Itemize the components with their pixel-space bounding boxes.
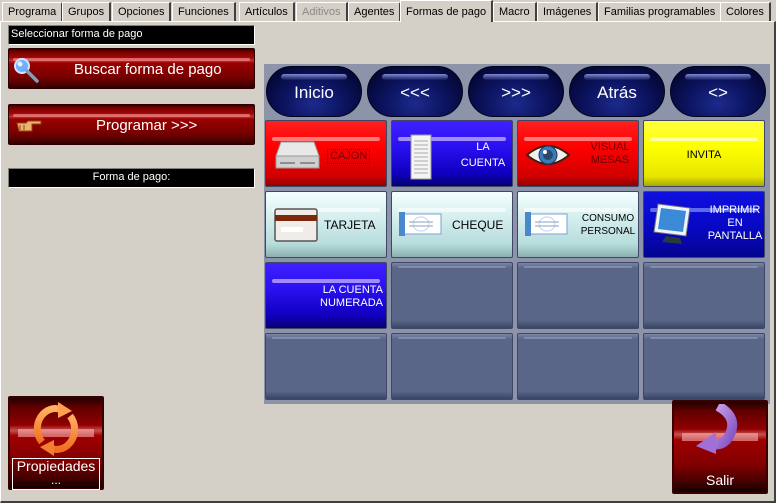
tab-aditivos: Aditivos — [296, 2, 348, 22]
payment-consumo-personal[interactable]: CONSUMO PERSONAL — [517, 191, 639, 258]
receipt-icon — [410, 134, 432, 180]
payment-grid-panel: Inicio <<< >>> Atrás <> CAJON LACUENTA — [264, 64, 770, 404]
payment-empty-slot[interactable] — [391, 333, 513, 400]
credit-card-icon — [274, 208, 318, 242]
program-label: Programar >>> — [96, 117, 198, 134]
nav-home-button[interactable]: Inicio — [266, 66, 362, 117]
payment-imprimir-en-pantalla[interactable]: IMPRIMIR EN PANTALLA — [643, 191, 765, 258]
drawer-icon — [275, 141, 320, 169]
payment-la-cuenta[interactable]: LA CUENTA — [391, 120, 513, 187]
magnifier-icon — [14, 58, 39, 83]
nav-page-next-button[interactable]: >>> — [468, 66, 564, 117]
tab-bar: Programa Grupos Opciones Funciones Artíc… — [0, 0, 776, 22]
payment-invita-label: INVITA — [686, 149, 722, 161]
payment-method-field: Forma de pago: — [8, 168, 255, 188]
nav-page-prev-button[interactable]: <<< — [367, 66, 463, 117]
program-button[interactable]: Programar >>> — [8, 104, 255, 145]
exit-label: Salir — [705, 472, 734, 488]
eye-icon — [525, 145, 571, 165]
tab-familias-programables[interactable]: Familias programables — [598, 2, 723, 22]
properties-button[interactable]: Propiedades ... — [8, 396, 104, 490]
payment-consumo-personal-label: CONSUMO PERSONAL — [580, 213, 636, 237]
nav-back-button[interactable]: Atrás — [569, 66, 665, 117]
payment-empty-slot[interactable] — [391, 262, 513, 329]
tab-programa[interactable]: Programa — [2, 2, 64, 22]
check-icon — [399, 212, 442, 236]
check-icon — [525, 212, 568, 236]
payment-la-cuenta-numerada-label: LA CUENTA NUMERADA — [320, 284, 383, 309]
payment-empty-slot[interactable] — [643, 262, 765, 329]
properties-label: Propiedades — [16, 458, 96, 474]
tab-agentes[interactable]: Agentes — [348, 2, 402, 22]
tab-grupos[interactable]: Grupos — [62, 2, 112, 22]
payment-tarjeta-label: TARJETA — [324, 218, 376, 232]
monitor-icon — [653, 203, 691, 244]
payment-imprimir-label: IMPRIMIR EN PANTALLA — [707, 204, 763, 242]
payment-la-cuenta-label: LA CUENTA — [460, 141, 506, 169]
payment-la-cuenta-numerada[interactable]: LA CUENTA NUMERADA — [265, 262, 387, 329]
tab-formas-de-pago[interactable]: Formas de pago — [400, 0, 494, 22]
search-payment-button[interactable]: Buscar forma de pago — [8, 48, 255, 89]
properties-ellipsis: ... — [50, 473, 61, 487]
tab-opciones[interactable]: Opciones — [112, 2, 172, 22]
nav-toggle-button[interactable]: <> — [670, 66, 766, 117]
pointing-hand-icon — [16, 120, 42, 132]
search-payment-label: Buscar forma de pago — [74, 61, 222, 78]
payment-tarjeta[interactable]: TARJETA — [265, 191, 387, 258]
payment-invita[interactable]: INVITA — [643, 120, 765, 187]
select-payment-label: Seleccionar forma de pago — [8, 25, 255, 45]
payment-cajon-label: CAJON — [327, 149, 371, 164]
payment-empty-slot[interactable] — [517, 262, 639, 329]
payment-visual-mesas[interactable]: VISUAL MESAS — [517, 120, 639, 187]
tab-articulos[interactable]: Artículos — [239, 2, 295, 22]
payment-empty-slot[interactable] — [643, 333, 765, 400]
payment-empty-slot[interactable] — [517, 333, 639, 400]
tab-funciones[interactable]: Funciones — [172, 2, 236, 22]
tab-imagenes[interactable]: Imágenes — [537, 2, 599, 22]
refresh-arrows-icon — [33, 402, 79, 456]
curved-arrow-icon — [696, 404, 738, 454]
tab-colores[interactable]: Colores — [720, 2, 771, 22]
payment-cheque-label: CHEQUE — [452, 218, 504, 232]
payment-cajon[interactable]: CAJON — [265, 120, 387, 187]
exit-button[interactable]: Salir — [672, 400, 768, 494]
payment-empty-slot[interactable] — [265, 333, 387, 400]
payment-visual-mesas-label: VISUAL MESAS — [590, 141, 630, 166]
payment-cheque[interactable]: CHEQUE — [391, 191, 513, 258]
tab-macro[interactable]: Macro — [493, 2, 537, 22]
properties-label-box: Propiedades ... — [12, 458, 100, 490]
